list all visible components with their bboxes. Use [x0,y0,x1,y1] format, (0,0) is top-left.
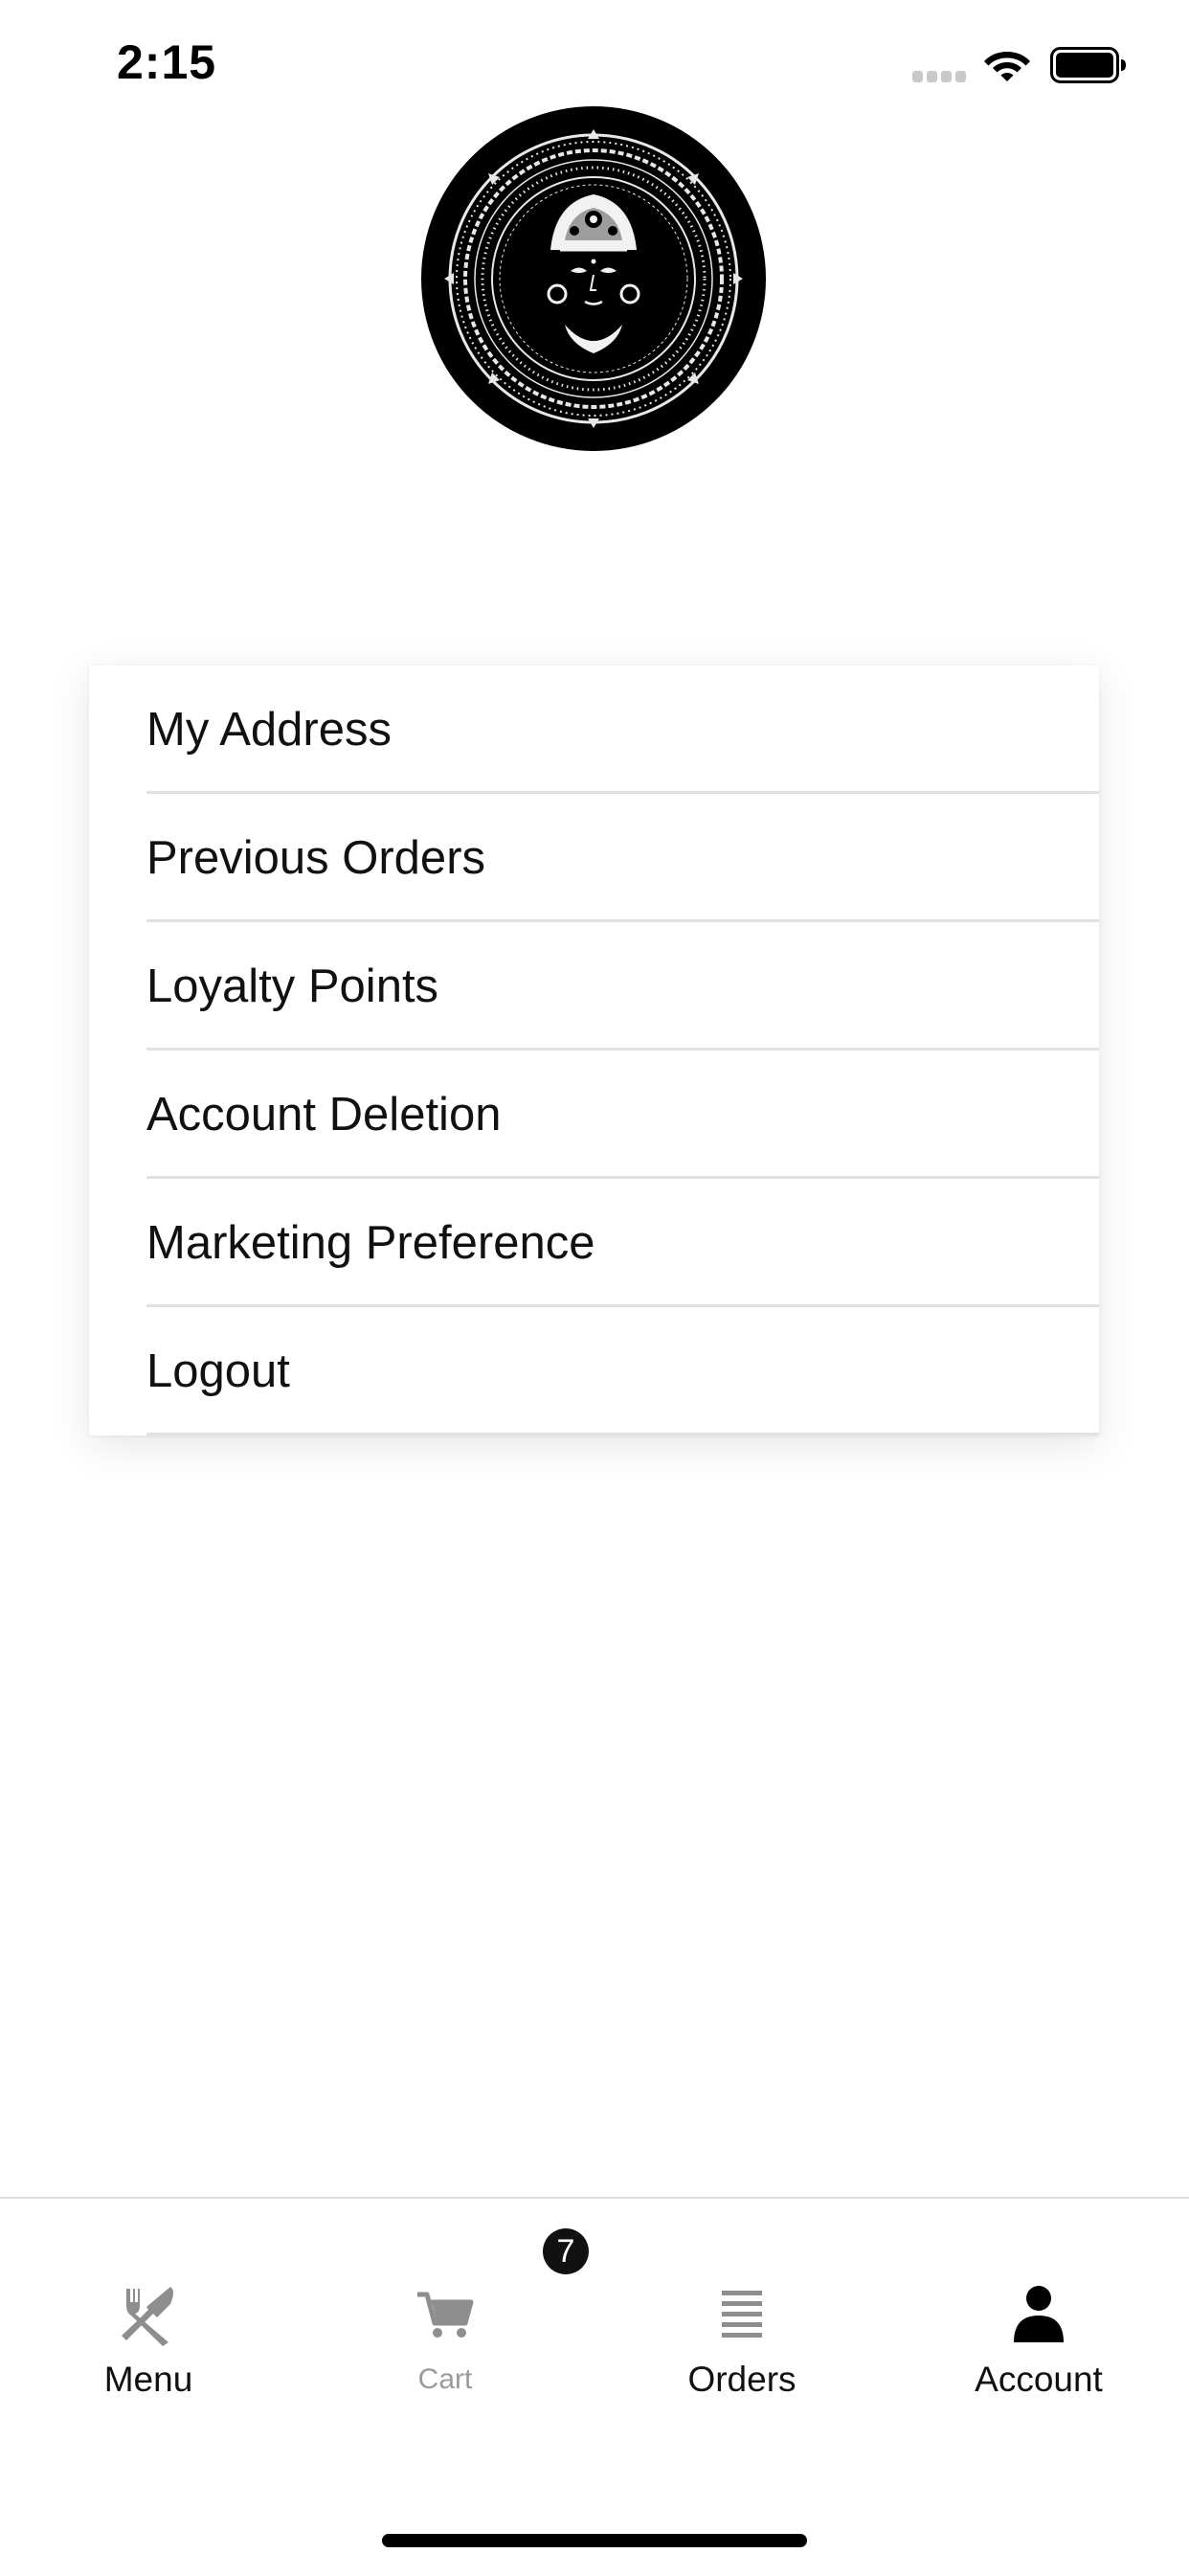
menu-item-marketing-preference[interactable]: Marketing Preference [89,1179,1099,1307]
menu-item-label: Account Deletion [146,1089,502,1141]
tab-label: Cart [417,2363,473,2395]
menu-item-logout[interactable]: Logout [89,1307,1099,1435]
menu-item-label: Logout [146,1345,290,1397]
tab-account[interactable]: Account [890,2199,1187,2419]
menu-item-loyalty-points[interactable]: Loyalty Points [89,922,1099,1051]
cart-count-badge: 7 [543,2228,589,2274]
tab-cart[interactable]: Cart [297,2199,594,2419]
tab-orders[interactable]: Orders [594,2199,890,2419]
status-time: 2:15 [117,35,217,89]
tab-menu[interactable]: Menu [0,2199,297,2419]
tab-label: Orders [687,2360,796,2399]
menu-item-label: Marketing Preference [146,1217,595,1269]
menu-item-label: Loyalty Points [146,960,439,1012]
menu-item-my-address[interactable]: My Address [89,666,1099,794]
tab-label: Account [975,2360,1103,2399]
menu-item-previous-orders[interactable]: Previous Orders [89,794,1099,922]
person-icon [1014,2286,1064,2342]
account-menu: My Address Previous Orders Loyalty Point… [89,666,1099,1435]
menu-item-label: Previous Orders [146,832,486,884]
wifi-icon [984,52,1030,81]
tab-label: Menu [103,2360,193,2399]
home-indicator[interactable] [382,2534,807,2547]
goddess-mandala-logo-icon [421,106,766,451]
tab-bar: Menu Cart 7 Orders Account [0,2197,1189,2576]
battery-icon [1050,47,1126,83]
fork-knife-icon [122,2287,173,2346]
cart-icon [417,2292,474,2338]
cellular-signal-icon [912,71,968,82]
menu-item-label: My Address [146,704,392,756]
menu-item-account-deletion[interactable]: Account Deletion [89,1051,1099,1179]
list-icon [722,2291,762,2338]
